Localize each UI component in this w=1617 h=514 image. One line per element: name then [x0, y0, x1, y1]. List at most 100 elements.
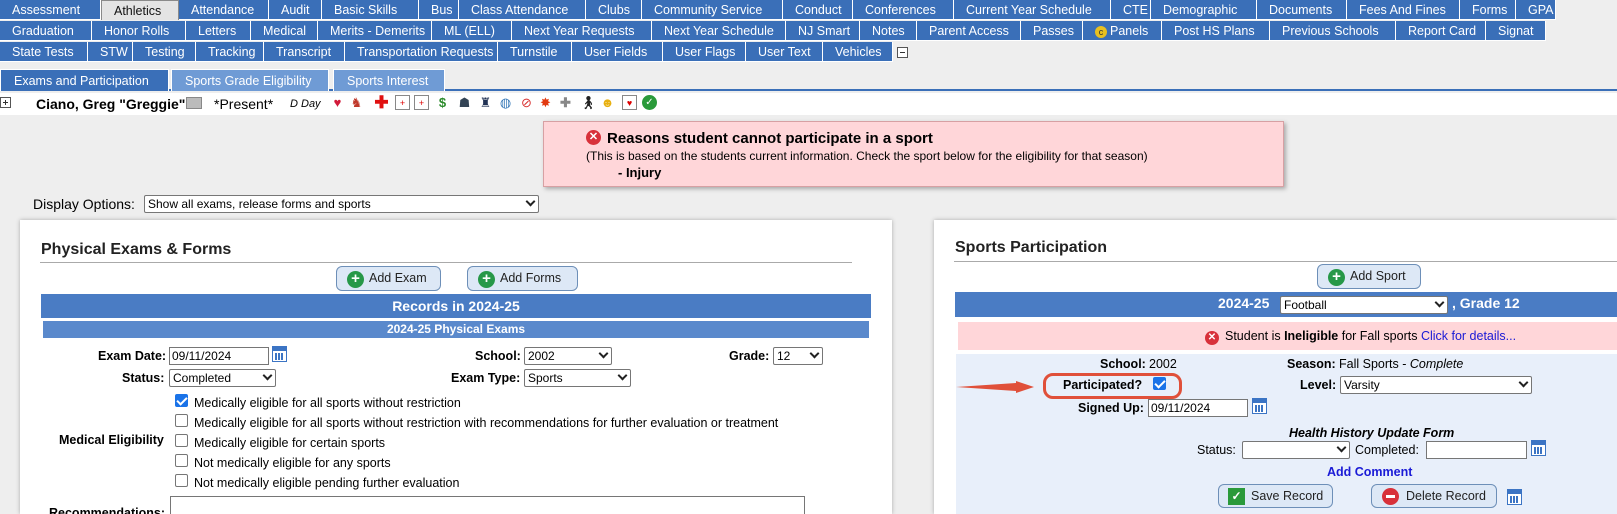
subtab-sports-interest[interactable]: Sports Interest	[333, 69, 445, 91]
tab-clubs[interactable]: Clubs	[586, 0, 642, 20]
tab-user-flags[interactable]: User Flags	[663, 42, 746, 62]
tab-cte[interactable]: CTE	[1111, 0, 1151, 20]
tab-transportation-requests[interactable]: Transportation Requests	[345, 42, 498, 62]
tab-audit[interactable]: Audit	[269, 0, 322, 20]
status-select[interactable]: Completed	[169, 369, 276, 387]
add-sport-button[interactable]: + Add Sport	[1317, 264, 1421, 289]
tab-signat[interactable]: Signat	[1486, 21, 1546, 41]
heart-icon[interactable]: ♥	[330, 95, 345, 110]
tab-panels[interactable]: c Panels	[1083, 21, 1162, 41]
tab-panels-label: Panels	[1110, 24, 1149, 38]
tab-gpa[interactable]: GPA	[1516, 0, 1556, 20]
grade-select[interactable]: 12	[773, 347, 823, 365]
add-exam-button[interactable]: + Add Exam	[336, 266, 441, 291]
add-comment-link[interactable]: Add Comment	[1327, 465, 1412, 479]
signed-up-value: 09/11/2024	[1151, 401, 1211, 415]
person-icon[interactable]: ☗	[457, 95, 472, 110]
recommendations-field[interactable]	[170, 496, 805, 514]
calendar-icon[interactable]	[1507, 489, 1522, 505]
school-select[interactable]: 2002	[524, 347, 612, 365]
inelig-suffix: for Fall sports	[1338, 329, 1421, 343]
tab-nj-smart[interactable]: NJ Smart	[786, 21, 860, 41]
sport-select[interactable]: Football	[1280, 296, 1448, 314]
tab-bus[interactable]: Bus	[419, 0, 459, 20]
no-sign-icon[interactable]: ⊘	[519, 95, 534, 110]
dollar-icon[interactable]: $	[435, 95, 450, 110]
tab-notes[interactable]: Notes	[860, 21, 917, 41]
eligibility-checkbox[interactable]	[175, 394, 188, 407]
tab-user-text[interactable]: User Text	[746, 42, 823, 62]
tab-parent-access[interactable]: Parent Access	[917, 21, 1021, 41]
plus-icon[interactable]: ✚	[558, 95, 573, 110]
tab-report-card[interactable]: Report Card	[1396, 21, 1486, 41]
tab-attendance[interactable]: Attendance	[179, 0, 269, 20]
tab-current-year-schedule[interactable]: Current Year Schedule	[954, 0, 1111, 20]
eligibility-checkbox[interactable]	[175, 434, 188, 447]
save-record-button[interactable]: ✓ Save Record	[1218, 484, 1333, 508]
eligibility-checkbox[interactable]	[175, 414, 188, 427]
tab-ml-ell[interactable]: ML (ELL)	[432, 21, 512, 41]
tab-forms[interactable]: Forms	[1460, 0, 1516, 20]
subtab-sports-grade-eligibility[interactable]: Sports Grade Eligibility	[171, 69, 329, 91]
delete-record-button[interactable]: Delete Record	[1371, 484, 1497, 508]
tab-passes[interactable]: Passes	[1021, 21, 1083, 41]
tab-merits-demerits[interactable]: Merits - Demerits	[318, 21, 432, 41]
tab-honor-rolls[interactable]: Honor Rolls	[92, 21, 186, 41]
tab-transcript[interactable]: Transcript	[264, 42, 345, 62]
tab-conduct[interactable]: Conduct	[783, 0, 853, 20]
tab-basic-skills[interactable]: Basic Skills	[322, 0, 419, 20]
tab-state-tests[interactable]: State Tests	[0, 42, 88, 62]
calendar-icon[interactable]	[1531, 440, 1546, 456]
photo-icon[interactable]	[186, 97, 202, 109]
details-link[interactable]: Click for details...	[1421, 329, 1516, 343]
eligibility-checkbox[interactable]	[175, 474, 188, 487]
tab-user-fields[interactable]: User Fields	[572, 42, 663, 62]
completed-field[interactable]	[1426, 441, 1527, 459]
tab-fees-and-fines[interactable]: Fees And Fines	[1347, 0, 1460, 20]
graduate-icon[interactable]: ♜	[478, 95, 493, 110]
display-options-select[interactable]: Show all exams, release forms and sports	[144, 195, 539, 213]
walking-icon[interactable]: 🚶︎	[580, 95, 597, 110]
tab-turnstile[interactable]: Turnstile	[498, 42, 572, 62]
health-status-select[interactable]	[1242, 441, 1350, 459]
eligibility-checkbox[interactable]	[175, 454, 188, 467]
globe-icon[interactable]: ◍	[498, 95, 513, 110]
tab-athletics[interactable]: Athletics	[101, 0, 179, 20]
subtab-exams-participation[interactable]: Exams and Participation	[0, 69, 169, 91]
tab-previous-schools[interactable]: Previous Schools	[1270, 21, 1396, 41]
add-forms-button[interactable]: + Add Forms	[467, 266, 578, 291]
card-icon[interactable]: ♥	[622, 95, 637, 110]
people-icon[interactable]: ♞	[349, 95, 364, 110]
calendar-icon[interactable]	[1252, 398, 1267, 414]
check-circle-icon[interactable]: ✓	[642, 95, 657, 110]
tab-next-year-requests[interactable]: Next Year Requests	[512, 21, 652, 41]
tab-graduation[interactable]: Graduation	[0, 21, 92, 41]
tab-stw[interactable]: STW	[88, 42, 133, 62]
tab-letters[interactable]: Letters	[186, 21, 251, 41]
medical-card-icon[interactable]: +	[414, 95, 429, 110]
tab-next-year-schedule[interactable]: Next Year Schedule	[652, 21, 786, 41]
exam-type-select[interactable]: Sports	[524, 369, 631, 387]
tab-post-hs-plans[interactable]: Post HS Plans	[1162, 21, 1270, 41]
tab-tracking[interactable]: Tracking	[196, 42, 264, 62]
tab-community-service[interactable]: Community Service	[642, 0, 783, 20]
tab-vehicles[interactable]: Vehicles	[823, 42, 893, 62]
expand-icon[interactable]	[0, 97, 11, 108]
heart-eyes-icon[interactable]: ☻	[600, 95, 615, 110]
tab-medical[interactable]: Medical	[251, 21, 318, 41]
medical-card-icon[interactable]: +	[395, 95, 410, 110]
tab-testing[interactable]: Testing	[133, 42, 196, 62]
red-cross-icon[interactable]: ✚	[374, 94, 389, 111]
tab-class-attendance[interactable]: Class Attendance	[459, 0, 586, 20]
tab-documents[interactable]: Documents	[1257, 0, 1347, 20]
tab-assessment[interactable]: Assessment	[0, 0, 101, 20]
tab-conferences[interactable]: Conferences	[853, 0, 954, 20]
exam-date-field[interactable]: 09/11/2024	[169, 347, 269, 365]
collapse-tabs-icon[interactable]	[897, 47, 908, 58]
student-name[interactable]: Ciano, Greg "Greggie"	[36, 96, 185, 112]
burst-icon[interactable]: ✸	[538, 95, 553, 110]
level-select[interactable]: Varsity	[1340, 376, 1532, 394]
calendar-icon[interactable]	[272, 346, 287, 362]
tab-demographic[interactable]: Demographic	[1151, 0, 1257, 20]
signed-up-field[interactable]: 09/11/2024	[1148, 399, 1248, 417]
